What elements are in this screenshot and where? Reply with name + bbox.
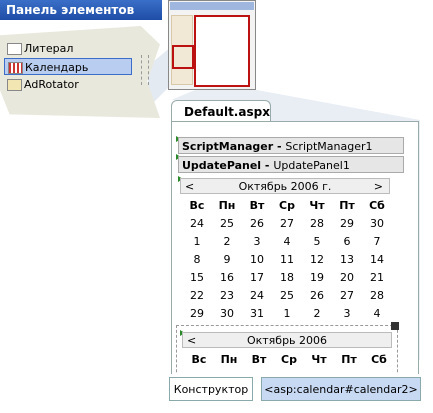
day-cell[interactable]: 13 (332, 250, 362, 268)
calendar1-grid: Вс Пн Вт Ср Чт Пт Сб 24 25 26 27 28 29 3… (182, 196, 392, 322)
day-cell[interactable]: 6 (332, 232, 362, 250)
day-header: Сб (371, 352, 387, 366)
toolbox-panel: Литерал Календарь AdRotator (0, 26, 160, 118)
control-id: ScriptManager1 (285, 140, 373, 153)
day-cell[interactable]: 27 (332, 286, 362, 304)
calendar-icon (8, 62, 23, 74)
ide-thumbnail (168, 0, 256, 90)
control-type: UpdatePanel (182, 159, 262, 172)
day-cell[interactable]: 31 (242, 304, 272, 322)
day-cell[interactable]: 24 (182, 214, 212, 232)
control-separator: - (273, 140, 286, 153)
literal-icon (7, 43, 22, 55)
day-cell[interactable]: 24 (242, 286, 272, 304)
day-cell[interactable]: 2 (212, 232, 242, 250)
day-cell[interactable]: 29 (332, 214, 362, 232)
day-cell[interactable]: 15 (182, 268, 212, 286)
day-cell[interactable]: 1 (272, 304, 302, 322)
day-header: Пн (220, 352, 238, 366)
toolbox-item-label: Календарь (25, 61, 89, 74)
toolbox-item-calendar[interactable]: Календарь (4, 58, 132, 75)
day-header: Вт (251, 352, 267, 366)
day-header: Ср (281, 352, 297, 366)
smart-tag-icon[interactable] (391, 322, 399, 330)
day-cell[interactable]: 17 (242, 268, 272, 286)
day-cell[interactable]: 27 (272, 214, 302, 232)
control-id: UpdatePanel1 (273, 159, 350, 172)
day-header: Пн (218, 198, 236, 212)
day-cell[interactable]: 26 (302, 286, 332, 304)
next-month-link[interactable]: > (374, 179, 383, 195)
calendar2-grid: Вс Пн Вт Ср Чт Пт Сб (184, 351, 394, 367)
day-cell[interactable]: 20 (332, 268, 362, 286)
day-cell[interactable]: 3 (332, 304, 362, 322)
calendar1-header: < Октябрь 2006 г. > (180, 178, 390, 194)
day-cell[interactable]: 9 (212, 250, 242, 268)
calendar2-title: Октябрь 2006 (246, 334, 328, 347)
day-cell[interactable]: 28 (362, 286, 392, 304)
day-cell[interactable]: 25 (272, 286, 302, 304)
day-header: Вс (189, 198, 205, 212)
day-cell[interactable]: 19 (302, 268, 332, 286)
adrotator-icon (7, 79, 22, 91)
thumbnail-toolbox-highlight (172, 45, 194, 69)
design-view-button[interactable]: Конструктор (169, 377, 253, 401)
day-header: Пт (339, 198, 355, 212)
control-type: ScriptManager (182, 140, 274, 153)
day-cell[interactable]: 1 (182, 232, 212, 250)
day-cell[interactable]: 18 (272, 268, 302, 286)
toolbox-item-label: Литерал (24, 42, 74, 55)
control-separator: - (261, 159, 274, 172)
tag-path-button[interactable]: <asp:calendar#calendar2> (261, 377, 421, 401)
day-cell[interactable]: 30 (212, 304, 242, 322)
thumbnail-titlebar (170, 2, 254, 10)
day-header: Вт (249, 198, 265, 212)
day-cell[interactable]: 23 (212, 286, 242, 304)
day-header: Ср (279, 198, 295, 212)
calendar1-title: Октябрь 2006 г. (238, 180, 332, 193)
day-cell[interactable]: 12 (302, 250, 332, 268)
updatepanel-control[interactable]: UpdatePanel - UpdatePanel1 (178, 156, 404, 173)
toolbox-title: Панель элементов (0, 0, 162, 20)
day-cell[interactable]: 3 (242, 232, 272, 250)
day-header: Сб (369, 198, 385, 212)
design-surface[interactable]: ScriptManager - ScriptManager1 UpdatePan… (171, 121, 419, 374)
day-header: Пт (341, 352, 357, 366)
scriptmanager-control[interactable]: ScriptManager - ScriptManager1 (178, 137, 404, 154)
day-cell[interactable]: 14 (362, 250, 392, 268)
calendar2-header: < Октябрь 2006 (182, 332, 392, 348)
toolbox-scroll-handle[interactable] (141, 55, 149, 85)
day-cell[interactable]: 30 (362, 214, 392, 232)
day-cell[interactable]: 4 (362, 304, 392, 322)
day-cell[interactable]: 10 (242, 250, 272, 268)
day-cell[interactable]: 21 (362, 268, 392, 286)
day-header: Вс (191, 352, 207, 366)
day-cell[interactable]: 28 (302, 214, 332, 232)
tab-default-aspx[interactable]: Default.aspx (171, 100, 271, 122)
day-cell[interactable]: 22 (182, 286, 212, 304)
day-header: Чт (311, 352, 327, 366)
day-cell[interactable]: 7 (362, 232, 392, 250)
day-cell[interactable]: 26 (242, 214, 272, 232)
day-cell[interactable]: 29 (182, 304, 212, 322)
day-cell[interactable]: 4 (272, 232, 302, 250)
day-cell[interactable]: 5 (302, 232, 332, 250)
day-cell[interactable]: 2 (302, 304, 332, 322)
toolbox-item-label: AdRotator (24, 78, 79, 91)
toolbox-item-adrotator[interactable]: AdRotator (4, 76, 132, 93)
day-header: Чт (309, 198, 325, 212)
day-cell[interactable]: 16 (212, 268, 242, 286)
day-cell[interactable]: 11 (272, 250, 302, 268)
day-cell[interactable]: 25 (212, 214, 242, 232)
toolbox-item-literal[interactable]: Литерал (4, 40, 132, 57)
thumbnail-document-highlight (194, 15, 250, 87)
day-cell[interactable]: 8 (182, 250, 212, 268)
